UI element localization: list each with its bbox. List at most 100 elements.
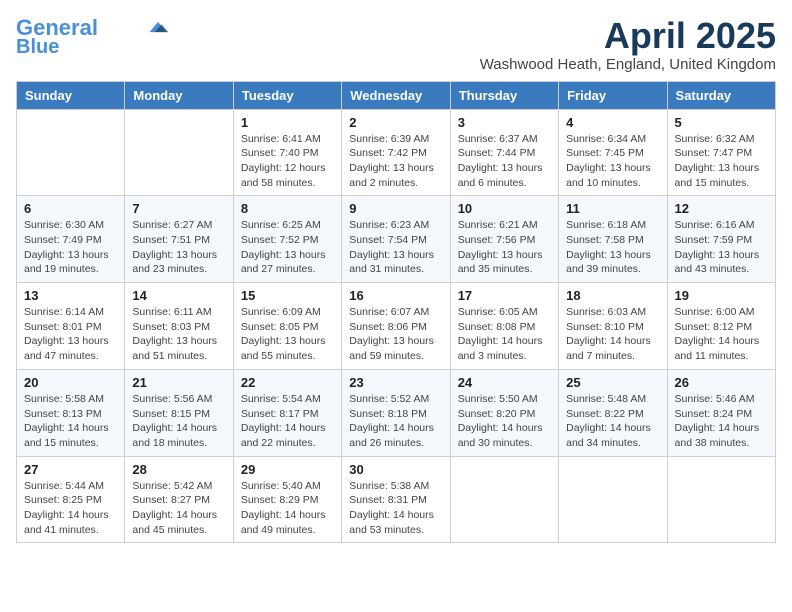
- day-info: Sunrise: 6:03 AM Sunset: 8:10 PM Dayligh…: [566, 305, 659, 364]
- weekday-header-friday: Friday: [559, 81, 667, 109]
- weekday-header-wednesday: Wednesday: [342, 81, 450, 109]
- calendar-day-17: 17 Sunrise: 6:05 AM Sunset: 8:08 PM Dayli…: [450, 283, 558, 370]
- day-number: 19: [675, 288, 768, 303]
- day-info: Sunrise: 6:18 AM Sunset: 7:58 PM Dayligh…: [566, 218, 659, 277]
- calendar-day-3: 3Sunrise: 6:37 AM Sunset: 7:44 PM Daylig…: [450, 109, 558, 196]
- calendar-day-21: 21 Sunrise: 5:56 AM Sunset: 8:15 PM Dayli…: [125, 369, 233, 456]
- calendar-empty-cell: [17, 109, 125, 196]
- location-title: Washwood Heath, England, United Kingdom: [480, 56, 776, 73]
- calendar-week-row: 27 Sunrise: 5:44 AM Sunset: 8:25 PM Dayli…: [17, 456, 776, 543]
- calendar-day-12: 12 Sunrise: 6:16 AM Sunset: 7:59 PM Dayli…: [667, 196, 775, 283]
- weekday-header-tuesday: Tuesday: [233, 81, 341, 109]
- day-info: Sunrise: 6:14 AM Sunset: 8:01 PM Dayligh…: [24, 305, 117, 364]
- day-info: Sunrise: 6:41 AM Sunset: 7:40 PM Dayligh…: [241, 132, 334, 191]
- day-number: 7: [132, 201, 225, 216]
- day-number: 21: [132, 375, 225, 390]
- calendar-day-15: 15 Sunrise: 6:09 AM Sunset: 8:05 PM Dayli…: [233, 283, 341, 370]
- calendar-day-28: 28 Sunrise: 5:42 AM Sunset: 8:27 PM Dayli…: [125, 456, 233, 543]
- day-info: Sunrise: 6:21 AM Sunset: 7:56 PM Dayligh…: [458, 218, 551, 277]
- day-info: Sunrise: 5:58 AM Sunset: 8:13 PM Dayligh…: [24, 392, 117, 451]
- calendar-day-13: 13Sunrise: 6:14 AM Sunset: 8:01 PM Dayli…: [17, 283, 125, 370]
- day-info: Sunrise: 5:40 AM Sunset: 8:29 PM Dayligh…: [241, 479, 334, 538]
- calendar-empty-cell: [667, 456, 775, 543]
- calendar-day-26: 26 Sunrise: 5:46 AM Sunset: 8:24 PM Dayli…: [667, 369, 775, 456]
- day-info: Sunrise: 6:39 AM Sunset: 7:42 PM Dayligh…: [349, 132, 442, 191]
- calendar-day-20: 20 Sunrise: 5:58 AM Sunset: 8:13 PM Dayli…: [17, 369, 125, 456]
- logo: General Blue: [16, 16, 170, 58]
- calendar-day-7: 7 Sunrise: 6:27 AM Sunset: 7:51 PM Daylig…: [125, 196, 233, 283]
- day-number: 1: [241, 115, 334, 130]
- day-number: 29: [241, 462, 334, 477]
- calendar-table: SundayMondayTuesdayWednesdayThursdayFrid…: [16, 81, 776, 544]
- day-info: Sunrise: 5:38 AM Sunset: 8:31 PM Dayligh…: [349, 479, 442, 538]
- day-info: Sunrise: 5:44 AM Sunset: 8:25 PM Dayligh…: [24, 479, 117, 538]
- day-number: 25: [566, 375, 659, 390]
- day-number: 9: [349, 201, 442, 216]
- day-info: Sunrise: 5:42 AM Sunset: 8:27 PM Dayligh…: [132, 479, 225, 538]
- month-title: April 2025: [480, 16, 776, 56]
- page-header: General Blue April 2025 Washwood Heath, …: [16, 16, 776, 73]
- day-number: 23: [349, 375, 442, 390]
- calendar-week-row: 6Sunrise: 6:30 AM Sunset: 7:49 PM Daylig…: [17, 196, 776, 283]
- calendar-day-4: 4 Sunrise: 6:34 AM Sunset: 7:45 PM Daylig…: [559, 109, 667, 196]
- day-info: Sunrise: 5:48 AM Sunset: 8:22 PM Dayligh…: [566, 392, 659, 451]
- weekday-header-row: SundayMondayTuesdayWednesdayThursdayFrid…: [17, 81, 776, 109]
- day-number: 27: [24, 462, 117, 477]
- calendar-day-30: 30 Sunrise: 5:38 AM Sunset: 8:31 PM Dayli…: [342, 456, 450, 543]
- calendar-day-14: 14Sunrise: 6:11 AM Sunset: 8:03 PM Dayli…: [125, 283, 233, 370]
- calendar-empty-cell: [125, 109, 233, 196]
- calendar-day-16: 16 Sunrise: 6:07 AM Sunset: 8:06 PM Dayli…: [342, 283, 450, 370]
- calendar-day-2: 2Sunrise: 6:39 AM Sunset: 7:42 PM Daylig…: [342, 109, 450, 196]
- calendar-day-18: 18 Sunrise: 6:03 AM Sunset: 8:10 PM Dayli…: [559, 283, 667, 370]
- calendar-week-row: 1 Sunrise: 6:41 AM Sunset: 7:40 PM Daylig…: [17, 109, 776, 196]
- day-info: Sunrise: 6:16 AM Sunset: 7:59 PM Dayligh…: [675, 218, 768, 277]
- day-number: 20: [24, 375, 117, 390]
- day-info: Sunrise: 6:25 AM Sunset: 7:52 PM Dayligh…: [241, 218, 334, 277]
- calendar-week-row: 13Sunrise: 6:14 AM Sunset: 8:01 PM Dayli…: [17, 283, 776, 370]
- calendar-day-8: 8Sunrise: 6:25 AM Sunset: 7:52 PM Daylig…: [233, 196, 341, 283]
- day-number: 4: [566, 115, 659, 130]
- day-number: 17: [458, 288, 551, 303]
- day-info: Sunrise: 6:07 AM Sunset: 8:06 PM Dayligh…: [349, 305, 442, 364]
- day-number: 6: [24, 201, 117, 216]
- day-number: 5: [675, 115, 768, 130]
- day-info: Sunrise: 6:32 AM Sunset: 7:47 PM Dayligh…: [675, 132, 768, 191]
- calendar-day-19: 19Sunrise: 6:00 AM Sunset: 8:12 PM Dayli…: [667, 283, 775, 370]
- day-number: 30: [349, 462, 442, 477]
- day-number: 26: [675, 375, 768, 390]
- day-number: 15: [241, 288, 334, 303]
- calendar-day-10: 10 Sunrise: 6:21 AM Sunset: 7:56 PM Dayli…: [450, 196, 558, 283]
- calendar-day-22: 22 Sunrise: 5:54 AM Sunset: 8:17 PM Dayli…: [233, 369, 341, 456]
- weekday-header-thursday: Thursday: [450, 81, 558, 109]
- calendar-day-9: 9Sunrise: 6:23 AM Sunset: 7:54 PM Daylig…: [342, 196, 450, 283]
- day-info: Sunrise: 6:09 AM Sunset: 8:05 PM Dayligh…: [241, 305, 334, 364]
- day-info: Sunrise: 5:54 AM Sunset: 8:17 PM Dayligh…: [241, 392, 334, 451]
- day-info: Sunrise: 6:05 AM Sunset: 8:08 PM Dayligh…: [458, 305, 551, 364]
- day-info: Sunrise: 6:27 AM Sunset: 7:51 PM Dayligh…: [132, 218, 225, 277]
- day-number: 12: [675, 201, 768, 216]
- day-number: 28: [132, 462, 225, 477]
- logo-blue: Blue: [16, 36, 59, 58]
- day-info: Sunrise: 5:52 AM Sunset: 8:18 PM Dayligh…: [349, 392, 442, 451]
- day-number: 22: [241, 375, 334, 390]
- weekday-header-saturday: Saturday: [667, 81, 775, 109]
- day-number: 10: [458, 201, 551, 216]
- calendar-day-29: 29 Sunrise: 5:40 AM Sunset: 8:29 PM Dayli…: [233, 456, 341, 543]
- day-number: 24: [458, 375, 551, 390]
- calendar-day-5: 5 Sunrise: 6:32 AM Sunset: 7:47 PM Daylig…: [667, 109, 775, 196]
- day-info: Sunrise: 6:37 AM Sunset: 7:44 PM Dayligh…: [458, 132, 551, 191]
- title-block: April 2025 Washwood Heath, England, Unit…: [480, 16, 776, 73]
- calendar-day-27: 27 Sunrise: 5:44 AM Sunset: 8:25 PM Dayli…: [17, 456, 125, 543]
- day-info: Sunrise: 5:46 AM Sunset: 8:24 PM Dayligh…: [675, 392, 768, 451]
- day-info: Sunrise: 6:34 AM Sunset: 7:45 PM Dayligh…: [566, 132, 659, 191]
- calendar-empty-cell: [450, 456, 558, 543]
- day-number: 18: [566, 288, 659, 303]
- day-info: Sunrise: 5:50 AM Sunset: 8:20 PM Dayligh…: [458, 392, 551, 451]
- day-info: Sunrise: 5:56 AM Sunset: 8:15 PM Dayligh…: [132, 392, 225, 451]
- calendar-day-11: 11Sunrise: 6:18 AM Sunset: 7:58 PM Dayli…: [559, 196, 667, 283]
- calendar-empty-cell: [559, 456, 667, 543]
- calendar-day-24: 24 Sunrise: 5:50 AM Sunset: 8:20 PM Dayli…: [450, 369, 558, 456]
- day-number: 16: [349, 288, 442, 303]
- calendar-day-1: 1 Sunrise: 6:41 AM Sunset: 7:40 PM Daylig…: [233, 109, 341, 196]
- weekday-header-monday: Monday: [125, 81, 233, 109]
